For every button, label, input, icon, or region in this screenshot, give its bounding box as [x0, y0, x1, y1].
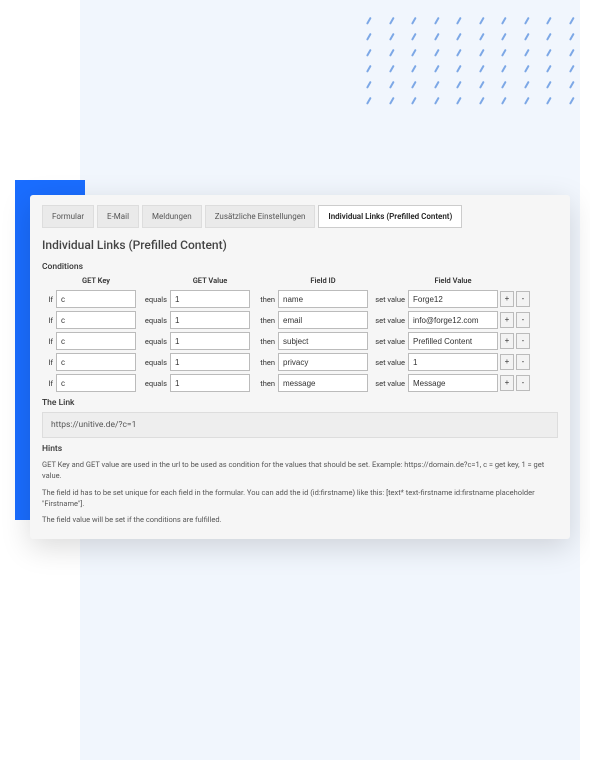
label-then: then — [252, 379, 276, 388]
label-then: then — [252, 316, 276, 325]
condition-row: If equals then set value +- — [42, 311, 558, 329]
get-key-input[interactable] — [56, 311, 136, 329]
field-value-input[interactable] — [408, 332, 498, 350]
tabs: FormularE-MailMeldungenZusätzliche Einst… — [42, 205, 558, 228]
hints-heading: Hints — [42, 444, 558, 454]
remove-row-button[interactable]: - — [516, 354, 530, 370]
col-get-value: GET Value — [170, 276, 250, 287]
get-value-input[interactable] — [170, 332, 250, 350]
col-field-value: Field Value — [408, 276, 498, 287]
field-value-input[interactable] — [408, 374, 498, 392]
label-if: If — [42, 295, 54, 304]
get-value-input[interactable] — [170, 290, 250, 308]
col-field-id: Field ID — [278, 276, 368, 287]
label-equals: equals — [138, 358, 168, 367]
add-row-button[interactable]: + — [500, 375, 514, 391]
tab-formular[interactable]: Formular — [42, 205, 94, 228]
condition-row: If equals then set value +- — [42, 353, 558, 371]
add-row-button[interactable]: + — [500, 354, 514, 370]
hint-line: GET Key and GET value are used in the ur… — [42, 459, 558, 482]
add-row-button[interactable]: + — [500, 312, 514, 328]
add-row-button[interactable]: + — [500, 333, 514, 349]
hint-line: The field id has to be set unique for ea… — [42, 487, 558, 510]
conditions-heading: Conditions — [42, 262, 558, 272]
field-id-input[interactable] — [278, 290, 368, 308]
label-if: If — [42, 358, 54, 367]
field-value-input[interactable] — [408, 290, 498, 308]
hint-line: The field value will be set if the condi… — [42, 514, 558, 525]
conditions-header-row: GET Key GET Value Field ID Field Value — [42, 276, 558, 287]
label-equals: equals — [138, 379, 168, 388]
label-equals: equals — [138, 295, 168, 304]
remove-row-button[interactable]: - — [516, 333, 530, 349]
tab-e-mail[interactable]: E-Mail — [97, 205, 139, 228]
label-then: then — [252, 337, 276, 346]
label-then: then — [252, 295, 276, 304]
get-value-input[interactable] — [170, 353, 250, 371]
get-key-input[interactable] — [56, 290, 136, 308]
label-set-value: set value — [370, 337, 406, 346]
field-value-input[interactable] — [408, 353, 498, 371]
section-title: Individual Links (Prefilled Content) — [42, 238, 558, 252]
add-row-button[interactable]: + — [500, 291, 514, 307]
remove-row-button[interactable]: - — [516, 291, 530, 307]
field-id-input[interactable] — [278, 332, 368, 350]
field-id-input[interactable] — [278, 311, 368, 329]
settings-panel: FormularE-MailMeldungenZusätzliche Einst… — [30, 195, 570, 539]
get-key-input[interactable] — [56, 374, 136, 392]
label-equals: equals — [138, 337, 168, 346]
get-key-input[interactable] — [56, 332, 136, 350]
label-set-value: set value — [370, 358, 406, 367]
hints-text: GET Key and GET value are used in the ur… — [42, 459, 558, 525]
label-then: then — [252, 358, 276, 367]
field-id-input[interactable] — [278, 353, 368, 371]
get-key-input[interactable] — [56, 353, 136, 371]
link-heading: The Link — [42, 398, 558, 408]
condition-row: If equals then set value +- — [42, 332, 558, 350]
col-get-key: GET Key — [56, 276, 136, 287]
remove-row-button[interactable]: - — [516, 375, 530, 391]
field-value-input[interactable] — [408, 311, 498, 329]
label-if: If — [42, 316, 54, 325]
condition-row: If equals then set value +- — [42, 290, 558, 308]
tab-individual-links-prefilled-content-[interactable]: Individual Links (Prefilled Content) — [318, 205, 462, 228]
conditions-rows: Ifequalsthenset value+-Ifequalsthenset v… — [42, 290, 558, 392]
label-equals: equals — [138, 316, 168, 325]
link-display: https://unitive.de/?c=1 — [42, 412, 558, 438]
tab-zus-tzliche-einstellungen[interactable]: Zusätzliche Einstellungen — [205, 205, 316, 228]
condition-row: If equals then set value +- — [42, 374, 558, 392]
get-value-input[interactable] — [170, 374, 250, 392]
label-set-value: set value — [370, 379, 406, 388]
decorative-ticks — [365, 20, 575, 102]
remove-row-button[interactable]: - — [516, 312, 530, 328]
label-set-value: set value — [370, 316, 406, 325]
tab-meldungen[interactable]: Meldungen — [142, 205, 202, 228]
label-if: If — [42, 337, 54, 346]
field-id-input[interactable] — [278, 374, 368, 392]
label-set-value: set value — [370, 295, 406, 304]
get-value-input[interactable] — [170, 311, 250, 329]
label-if: If — [42, 379, 54, 388]
